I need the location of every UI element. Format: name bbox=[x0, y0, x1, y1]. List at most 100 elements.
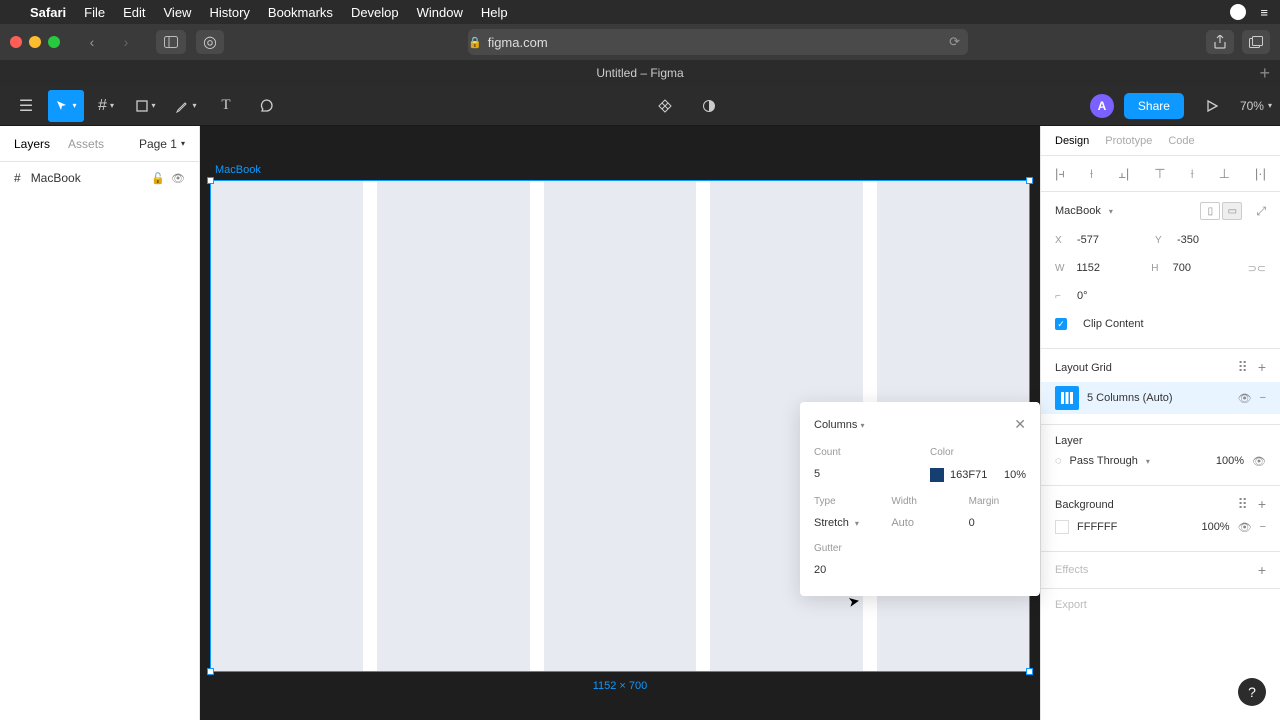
present-button[interactable] bbox=[1194, 90, 1230, 122]
menu-develop[interactable]: Develop bbox=[351, 5, 399, 20]
menu-edit[interactable]: Edit bbox=[123, 5, 145, 20]
frame-tool[interactable]: #▾ bbox=[88, 90, 124, 122]
move-tool[interactable]: ▾ bbox=[48, 90, 84, 122]
tab-design[interactable]: Design bbox=[1055, 135, 1089, 147]
comment-tool[interactable] bbox=[248, 90, 284, 122]
page-dropdown[interactable]: Page 1▾ bbox=[139, 137, 185, 151]
tab-title[interactable]: Untitled – Figma bbox=[596, 66, 683, 80]
remove-grid-icon[interactable]: − bbox=[1260, 392, 1266, 404]
tab-layers[interactable]: Layers bbox=[14, 137, 50, 151]
sidebar-toggle-button[interactable] bbox=[156, 30, 186, 54]
color-swatch[interactable] bbox=[930, 468, 944, 482]
margin-input[interactable]: 0 bbox=[969, 517, 1026, 529]
tabs-overview-button[interactable] bbox=[1242, 30, 1270, 54]
resize-handle[interactable] bbox=[207, 668, 214, 675]
figma-app: ☰ ▾ #▾ ▾ ▾ T A Share 70%▾ bbox=[0, 86, 1280, 720]
share-button[interactable]: Share bbox=[1124, 93, 1184, 119]
menu-help[interactable]: Help bbox=[481, 5, 508, 20]
resize-to-fit-icon[interactable]: ⤢ bbox=[1256, 204, 1266, 219]
remove-bg-icon[interactable]: − bbox=[1260, 521, 1266, 533]
color-label: Color bbox=[930, 447, 1026, 458]
align-vcenter-icon[interactable]: ⟊ bbox=[1190, 166, 1193, 182]
layer-visible-icon[interactable]: 👁 bbox=[1252, 455, 1266, 468]
add-bg-icon[interactable]: + bbox=[1258, 496, 1266, 513]
privacy-shield-button[interactable]: ◎ bbox=[196, 30, 224, 54]
align-left-icon[interactable]: |⫞ bbox=[1055, 166, 1065, 182]
effects-title: Effects bbox=[1055, 564, 1088, 576]
h-input[interactable]: 700 bbox=[1173, 262, 1240, 274]
constrain-icon[interactable]: ⊃⊂ bbox=[1248, 262, 1266, 275]
width-input[interactable]: Auto bbox=[891, 517, 948, 529]
align-hcenter-icon[interactable]: ⟊ bbox=[1090, 166, 1093, 182]
text-tool[interactable]: T bbox=[208, 90, 244, 122]
grid-item[interactable]: 5 Columns (Auto) 👁 − bbox=[1041, 382, 1280, 414]
close-window-button[interactable] bbox=[10, 36, 22, 48]
bg-swatch[interactable] bbox=[1055, 520, 1069, 534]
x-input[interactable]: -577 bbox=[1077, 234, 1147, 246]
align-right-icon[interactable]: ⫠| bbox=[1118, 166, 1129, 182]
landscape-button[interactable]: ▭ bbox=[1222, 202, 1242, 220]
blend-mode[interactable]: Pass Through bbox=[1070, 455, 1138, 467]
close-icon[interactable]: ✕ bbox=[1014, 416, 1026, 433]
resize-handle[interactable] bbox=[1026, 668, 1033, 675]
maximize-window-button[interactable] bbox=[48, 36, 60, 48]
resize-handle[interactable] bbox=[1026, 177, 1033, 184]
rotation-input[interactable]: 0° bbox=[1077, 290, 1147, 302]
visibility-icon[interactable]: 👁 bbox=[171, 172, 185, 185]
add-grid-icon[interactable]: + bbox=[1258, 359, 1266, 376]
layer-row[interactable]: # MacBook 🔓 👁 bbox=[0, 162, 199, 194]
menu-view[interactable]: View bbox=[164, 5, 192, 20]
distribute-icon[interactable]: |·| bbox=[1255, 166, 1266, 181]
status-icon[interactable] bbox=[1230, 4, 1246, 20]
app-name[interactable]: Safari bbox=[30, 5, 66, 20]
frame-name[interactable]: MacBook bbox=[1055, 205, 1101, 217]
gutter-input[interactable]: 20 bbox=[814, 564, 1026, 576]
frame-label[interactable]: MacBook bbox=[215, 164, 261, 176]
blend-icon[interactable]: ◌ bbox=[1055, 455, 1062, 467]
zoom-dropdown[interactable]: 70%▾ bbox=[1240, 99, 1272, 113]
lock-icon[interactable]: 🔓 bbox=[151, 172, 165, 185]
menu-extra-icon[interactable]: ≡ bbox=[1260, 5, 1268, 20]
menu-file[interactable]: File bbox=[84, 5, 105, 20]
resize-handle[interactable] bbox=[207, 177, 214, 184]
count-input[interactable]: 5 bbox=[814, 468, 910, 480]
add-effect-icon[interactable]: + bbox=[1258, 562, 1266, 578]
bg-visible-icon[interactable]: 👁 bbox=[1238, 521, 1252, 534]
tab-code[interactable]: Code bbox=[1168, 135, 1194, 147]
minimize-window-button[interactable] bbox=[29, 36, 41, 48]
align-top-icon[interactable]: ⊤ bbox=[1154, 166, 1165, 182]
color-hex[interactable]: 163F71 bbox=[950, 469, 987, 481]
align-bottom-icon[interactable]: ⊥ bbox=[1219, 166, 1230, 182]
popup-title[interactable]: Columns ▾ bbox=[814, 419, 864, 431]
share-page-button[interactable] bbox=[1206, 30, 1234, 54]
color-opacity[interactable]: 10% bbox=[1004, 469, 1026, 481]
menu-bookmarks[interactable]: Bookmarks bbox=[268, 5, 333, 20]
back-button[interactable]: ‹ bbox=[78, 30, 106, 54]
help-button[interactable]: ? bbox=[1238, 678, 1266, 706]
menu-history[interactable]: History bbox=[209, 5, 249, 20]
tab-assets[interactable]: Assets bbox=[68, 137, 104, 151]
main-menu-button[interactable]: ☰ bbox=[8, 90, 44, 122]
reload-icon[interactable]: ⟳ bbox=[949, 34, 968, 50]
menu-window[interactable]: Window bbox=[417, 5, 463, 20]
shape-tool[interactable]: ▾ bbox=[128, 90, 164, 122]
tab-prototype[interactable]: Prototype bbox=[1105, 135, 1152, 147]
url-bar[interactable]: 🔒 figma.com ⟳ bbox=[468, 29, 968, 55]
type-dropdown[interactable]: Stretch ▾ bbox=[814, 517, 871, 529]
pen-tool[interactable]: ▾ bbox=[168, 90, 204, 122]
bg-opacity[interactable]: 100% bbox=[1201, 521, 1229, 533]
layer-opacity[interactable]: 100% bbox=[1216, 455, 1244, 467]
w-input[interactable]: 1152 bbox=[1076, 262, 1143, 274]
mask-button[interactable] bbox=[691, 90, 727, 122]
bg-hex[interactable]: FFFFFF bbox=[1077, 521, 1117, 533]
avatar[interactable]: A bbox=[1090, 94, 1114, 118]
components-button[interactable] bbox=[647, 90, 683, 122]
portrait-button[interactable]: ▯ bbox=[1200, 202, 1220, 220]
y-input[interactable]: -350 bbox=[1177, 234, 1247, 246]
bg-styles-icon[interactable]: ⠿ bbox=[1238, 496, 1248, 513]
grid-visible-icon[interactable]: 👁 bbox=[1238, 392, 1252, 405]
new-tab-button[interactable]: + bbox=[1259, 63, 1270, 84]
grid-styles-icon[interactable]: ⠿ bbox=[1238, 359, 1248, 376]
forward-button[interactable]: › bbox=[112, 30, 140, 54]
clip-checkbox[interactable]: ✓ bbox=[1055, 318, 1067, 330]
